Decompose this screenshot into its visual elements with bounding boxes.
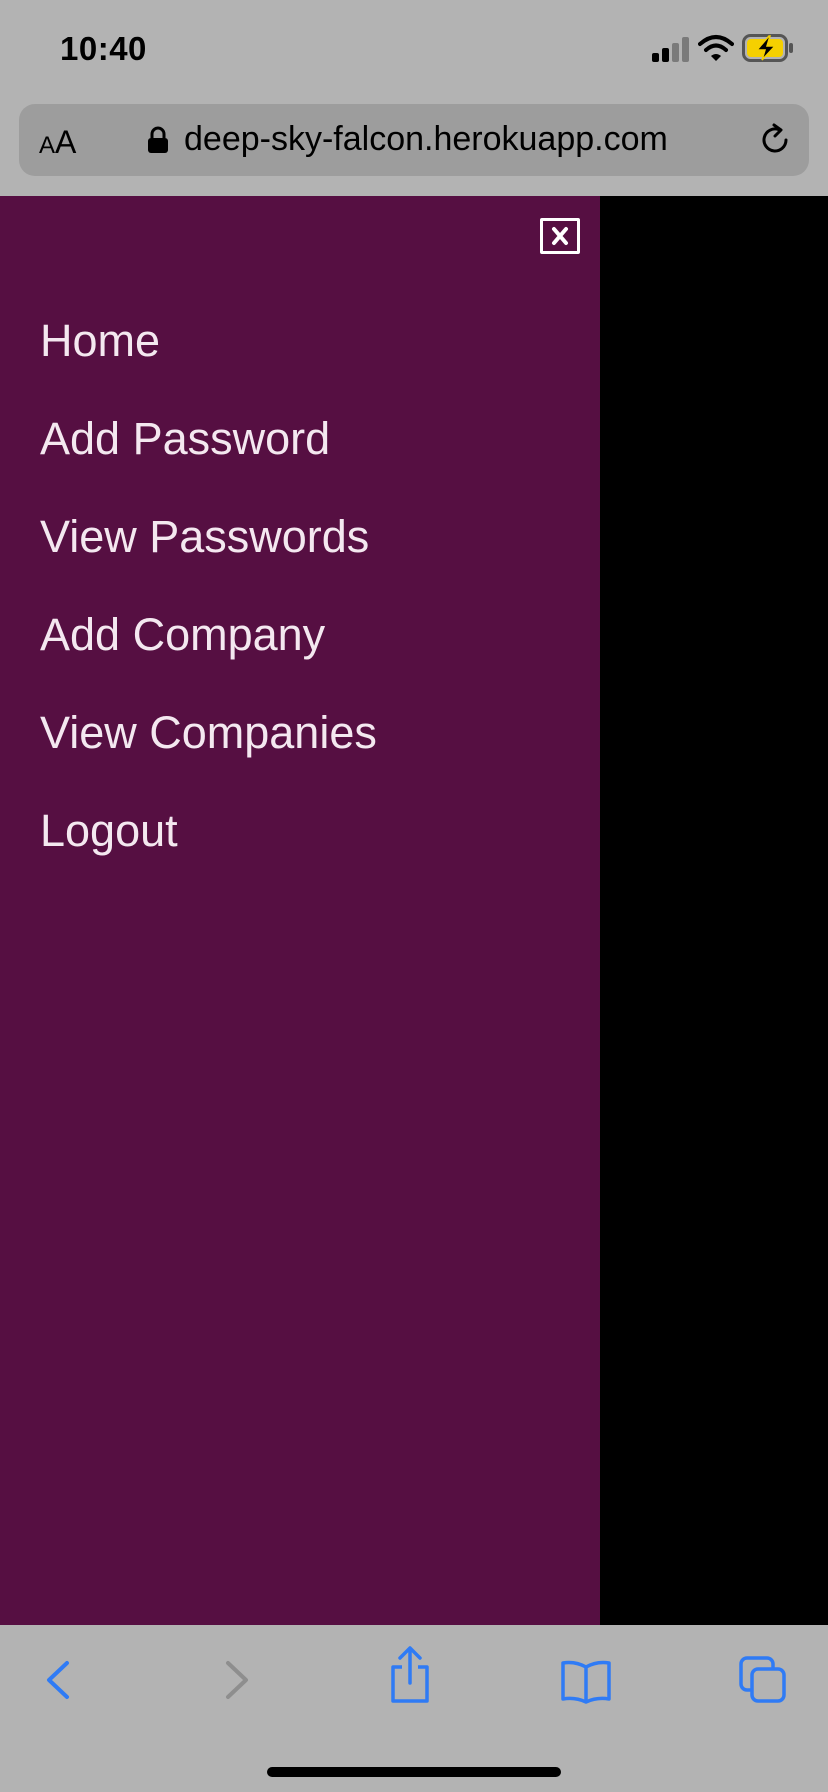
text-size-large-label: A xyxy=(55,124,77,160)
battery-charging-icon xyxy=(742,34,793,62)
tabs-icon[interactable] xyxy=(738,1655,788,1705)
nav-item-logout[interactable]: Logout xyxy=(40,806,377,855)
nav-item-add-password[interactable]: Add Password xyxy=(40,414,377,463)
reload-icon[interactable] xyxy=(757,122,793,158)
home-indicator[interactable] xyxy=(267,1767,561,1777)
text-size-small-label: A xyxy=(39,132,56,159)
wifi-icon xyxy=(698,35,734,61)
nav-item-view-companies[interactable]: View Companies xyxy=(40,708,377,757)
address-bar[interactable]: AA deep-sky-falcon.herokuapp.com xyxy=(19,104,809,176)
nav-item-add-company[interactable]: Add Company xyxy=(40,610,377,659)
forward-icon[interactable] xyxy=(210,1655,260,1705)
nav-menu: Home Add Password View Passwords Add Com… xyxy=(40,316,377,904)
text-size-button[interactable]: AA xyxy=(39,124,76,161)
nav-item-home[interactable]: Home xyxy=(40,316,377,365)
lock-icon xyxy=(148,126,168,153)
back-icon[interactable] xyxy=(35,1655,85,1705)
signal-icon xyxy=(652,36,690,62)
status-time: 10:40 xyxy=(60,30,147,67)
url-text[interactable]: deep-sky-falcon.herokuapp.com xyxy=(184,120,668,159)
status-bar: 10:40 xyxy=(0,0,828,100)
bookmarks-icon[interactable] xyxy=(560,1655,612,1705)
close-button[interactable] xyxy=(540,218,580,254)
close-icon xyxy=(552,227,568,245)
share-icon[interactable] xyxy=(385,1645,435,1705)
nav-item-view-passwords[interactable]: View Passwords xyxy=(40,512,377,561)
web-page: Home Add Password View Passwords Add Com… xyxy=(0,196,828,1625)
side-drawer: Home Add Password View Passwords Add Com… xyxy=(0,196,600,1625)
